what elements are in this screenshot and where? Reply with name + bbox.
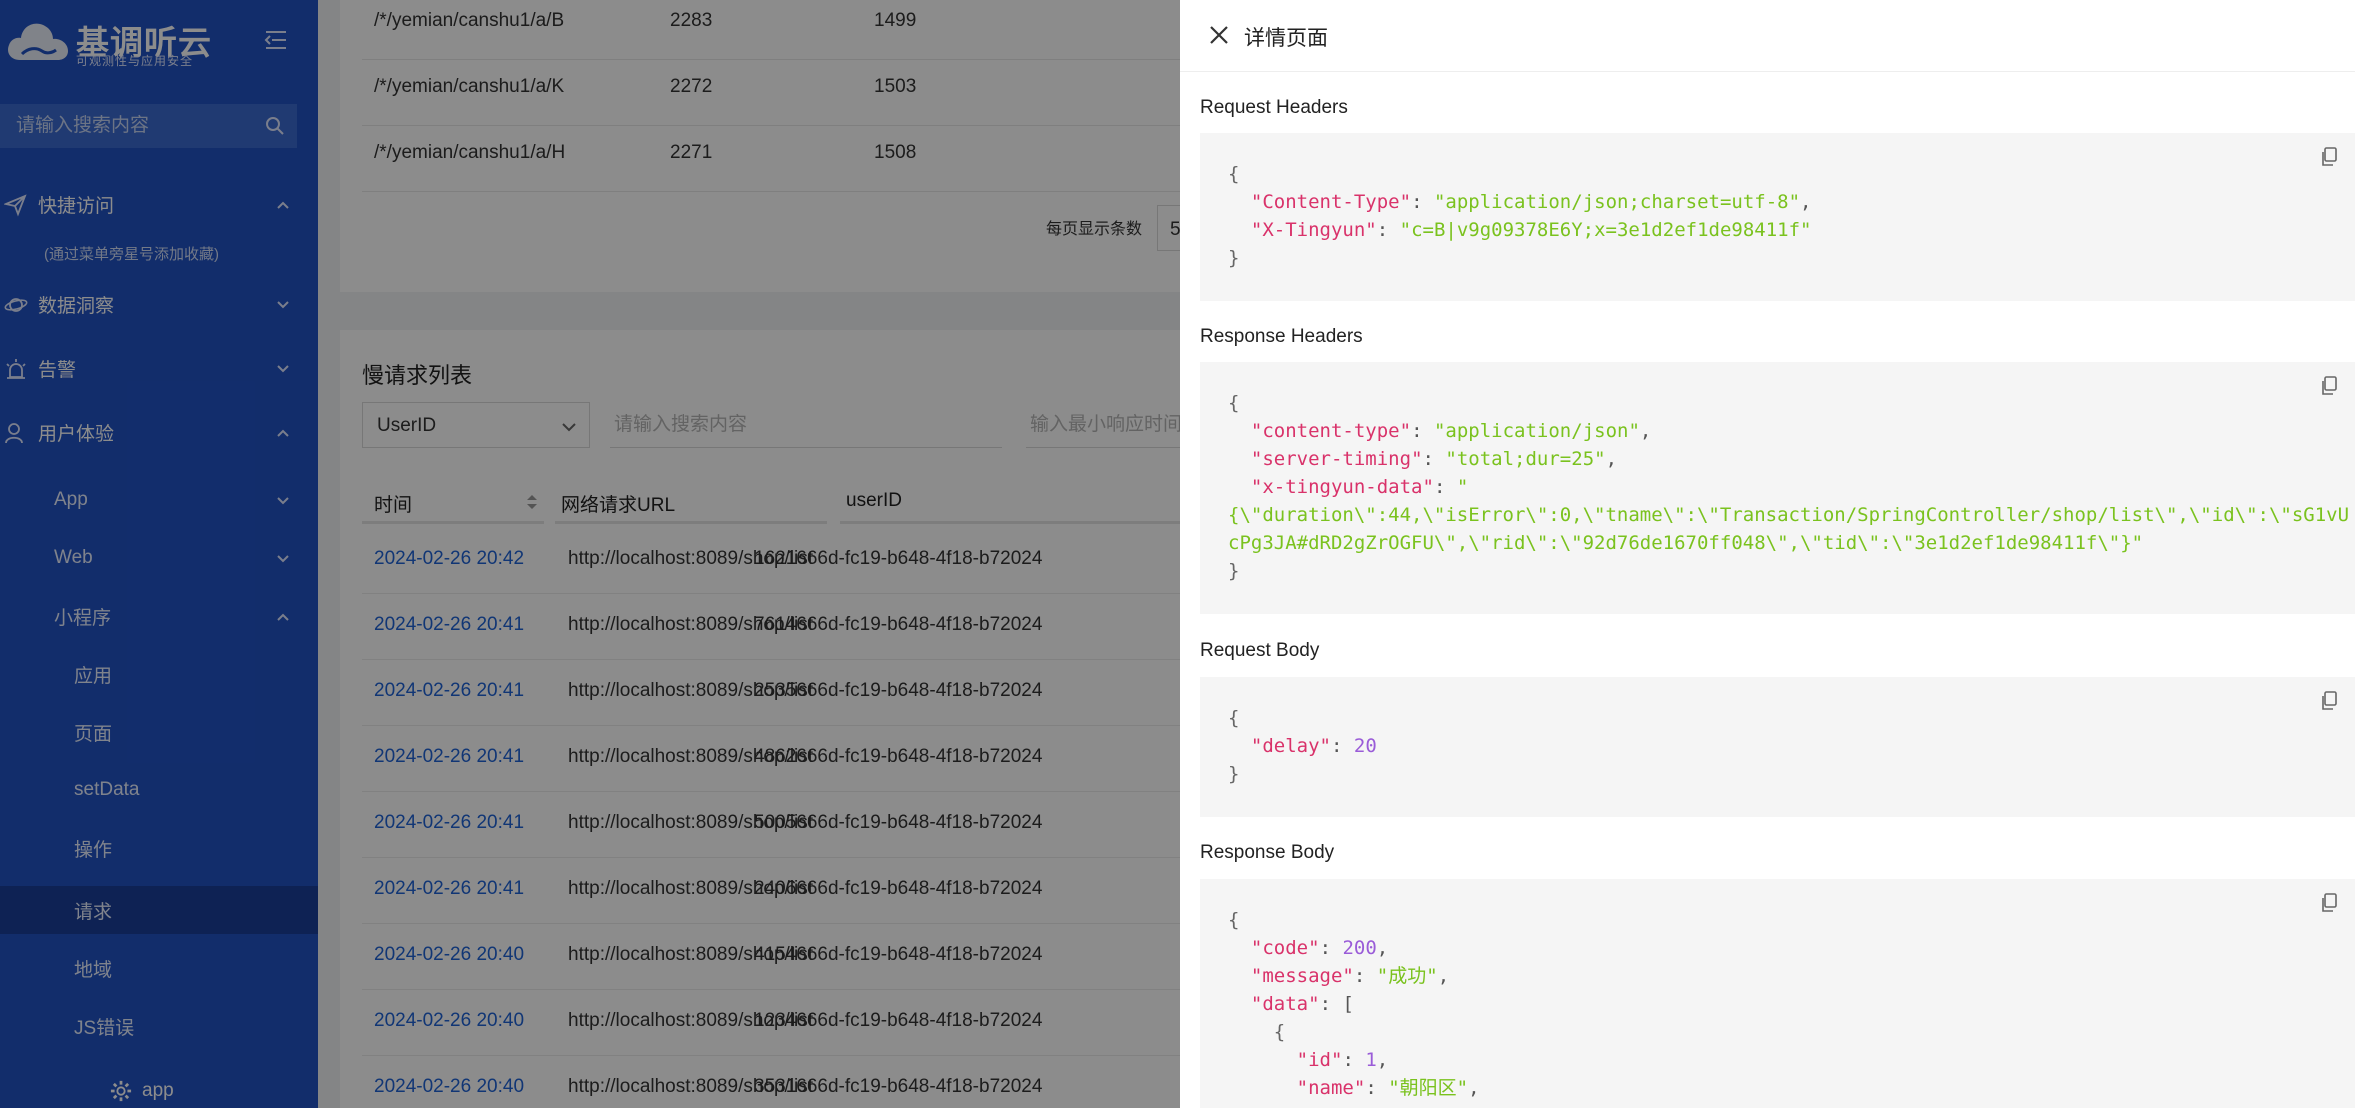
json-key: server-timing [1262,448,1412,470]
code-line: "server-timing": "total;dur=25", [1250,448,1618,470]
code-line: } [1228,560,1240,582]
request-body-code: { "delay": 20 } [1200,677,2355,817]
drawer-header: 详情页面 [1180,0,2355,72]
json-key: name [1308,1077,1354,1099]
json-number: 200 [1342,937,1377,959]
code-line: "delay": 20 [1250,735,1377,757]
copy-icon[interactable] [2320,147,2338,167]
json-key: message [1262,965,1343,987]
code-line: { [1228,163,1240,185]
modal-mask[interactable] [0,0,1180,1108]
response-body-code: { "code": 200, "message": "成功", "data": … [1200,879,2355,1108]
json-key: code [1262,937,1309,959]
request-headers-label: Request Headers [1200,97,1348,118]
json-key: Content-Type [1262,191,1400,213]
code-line: "data": [ [1250,993,1354,1015]
json-number: 1 [1365,1049,1377,1071]
code-line: "code": 200, [1250,937,1389,959]
code-line: {\"duration\":44,\"isError\":0,\"tname\"… [1228,504,2350,526]
copy-icon[interactable] [2320,691,2338,711]
drawer-title: 详情页面 [1244,27,1328,50]
json-value: application/json [1445,420,1629,442]
code-line: "message": "成功", [1250,965,1450,987]
request-headers-code: { "Content-Type": "application/json;char… [1200,133,2355,301]
code-line: } [1228,763,1240,785]
copy-icon[interactable] [2320,376,2338,396]
code-line: { [1228,707,1240,729]
code-line: { [1228,909,1240,931]
json-value: c=B|v9g09378E6Y;x=3e1d2ef1de98411f [1411,219,1801,241]
response-headers-code: { "content-type": "application/json", "s… [1200,362,2355,614]
code-line: "name": "朝阳区", [1296,1077,1480,1099]
code-line: "id": 1, [1296,1049,1389,1071]
request-body-label: Request Body [1200,640,1320,661]
response-body-label: Response Body [1200,842,1335,863]
code-line: "Content-Type": "application/json;charse… [1250,191,1812,213]
json-value: 成功 [1388,965,1427,987]
json-key: x-tingyun-data [1262,476,1423,498]
json-key: X-Tingyun [1262,219,1366,241]
code-line: } [1228,247,1240,269]
code-line: cPg3JA#dRD2gZrOGFU\",\"rid\":\"92d76de16… [1228,532,2144,554]
json-value: 朝阳区 [1399,1077,1457,1099]
json-key: id [1308,1049,1331,1071]
json-key: data [1262,993,1309,1015]
code-line: "x-tingyun-data": " [1250,476,1469,498]
code-line: "X-Tingyun": "c=B|v9g09378E6Y;x=3e1d2ef1… [1250,219,1812,241]
json-number: 20 [1353,735,1377,757]
json-value: application/json;charset=utf-8 [1445,191,1789,213]
json-key: delay [1262,735,1320,757]
detail-drawer: 详情页面 Request Headers { "Content-Type": "… [1180,0,2355,1108]
response-headers-label: Response Headers [1200,326,1363,347]
json-key: content-type [1262,420,1400,442]
code-line: { [1228,1021,1286,1043]
json-value: total;dur=25 [1456,448,1595,470]
code-line: "content-type": "application/json", [1250,420,1652,442]
copy-icon[interactable] [2320,893,2338,913]
code-line: { [1228,392,1240,414]
